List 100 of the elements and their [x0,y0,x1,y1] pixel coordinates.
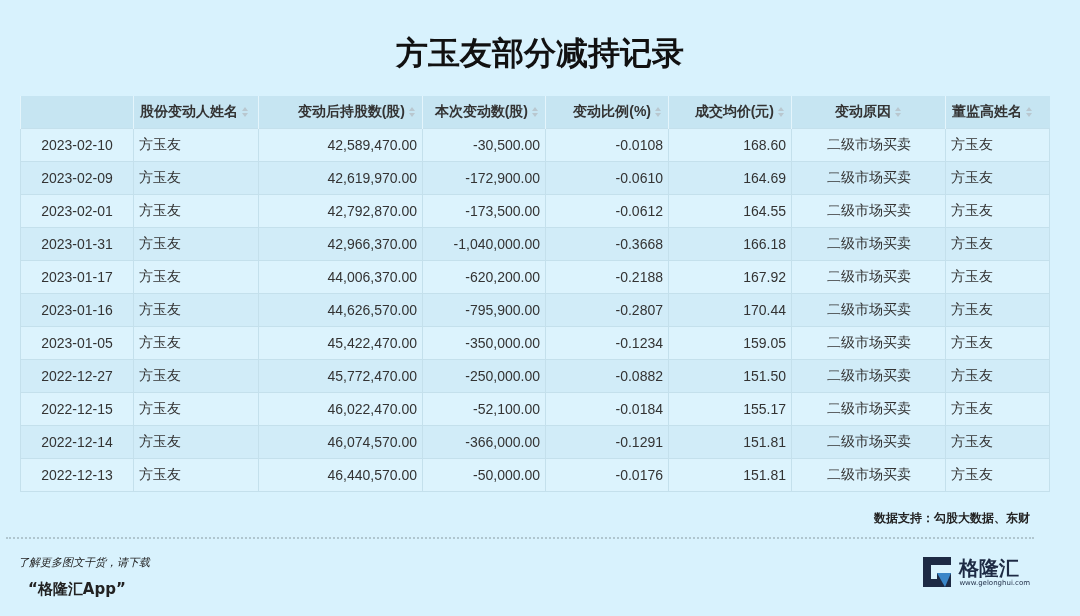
app-name: “格隆汇App” [28,580,127,599]
table-cell: -0.3668 [545,227,669,261]
logo-icon [923,557,954,587]
table-cell: 2022-12-14 [20,425,134,459]
column-header[interactable]: 董监高姓名 [945,96,1050,129]
column-header[interactable]: 成交均价(元) [668,96,792,129]
table-cell: 二级市场买卖 [791,458,946,492]
table-cell: 42,792,870.00 [258,194,423,228]
table-cell: 2023-02-10 [20,128,134,162]
table-cell: -173,500.00 [422,194,546,228]
table-cell: -0.1291 [545,425,669,459]
sort-icon [408,106,416,119]
table-cell: 2022-12-27 [20,359,134,393]
table-cell: 44,006,370.00 [258,260,423,294]
table-cell: 42,589,470.00 [258,128,423,162]
table-cell: 151.81 [668,425,792,459]
table-cell: 2023-01-05 [20,326,134,360]
table-cell: 159.05 [668,326,792,360]
data-source: 数据支持：勾股大数据、东财 [874,510,1030,527]
table-cell: -350,000.00 [422,326,546,360]
table-cell: 方玉友 [945,260,1050,294]
table-cell: -0.0610 [545,161,669,195]
table-cell: 46,022,470.00 [258,392,423,426]
table-cell: 2023-02-09 [20,161,134,195]
table-cell: 2022-12-13 [20,458,134,492]
table-cell: -50,000.00 [422,458,546,492]
table-cell: 方玉友 [945,458,1050,492]
sort-icon [894,106,902,119]
table-cell: 方玉友 [133,260,259,294]
column-header[interactable]: 本次变动数(股) [422,96,546,129]
table-cell: -0.0612 [545,194,669,228]
table-cell: -620,200.00 [422,260,546,294]
table-cell: 二级市场买卖 [791,326,946,360]
table-cell: 方玉友 [945,194,1050,228]
table-cell: 二级市场买卖 [791,425,946,459]
column-header[interactable]: 变动原因 [791,96,946,129]
table-cell: -0.2807 [545,293,669,327]
table-cell: 2022-12-15 [20,392,134,426]
table-cell: -0.0108 [545,128,669,162]
table-cell: -0.1234 [545,326,669,360]
table-cell: 151.81 [668,458,792,492]
table-cell: 方玉友 [945,359,1050,393]
table-cell: 164.55 [668,194,792,228]
table-cell: -172,900.00 [422,161,546,195]
table-cell: 方玉友 [133,359,259,393]
table-cell: -250,000.00 [422,359,546,393]
table-cell: 151.50 [668,359,792,393]
table-cell: -52,100.00 [422,392,546,426]
column-header[interactable]: 变动比例(%) [545,96,669,129]
table-cell: 168.60 [668,128,792,162]
table-cell: 45,772,470.00 [258,359,423,393]
table-cell: 2023-01-16 [20,293,134,327]
column-header[interactable]: 变动后持股数(股) [258,96,423,129]
table-cell: 二级市场买卖 [791,194,946,228]
table-cell: 方玉友 [133,425,259,459]
promo-text: 了解更多图文干货，请下载 [18,555,150,570]
table-cell: 二级市场买卖 [791,359,946,393]
table-cell: 方玉友 [945,128,1050,162]
table-cell: 二级市场买卖 [791,227,946,261]
table-cell: -0.0176 [545,458,669,492]
table-cell: 方玉友 [945,161,1050,195]
table-cell: -0.2188 [545,260,669,294]
table-cell: 方玉友 [133,326,259,360]
table-cell: 2023-01-31 [20,227,134,261]
table-cell: 45,422,470.00 [258,326,423,360]
table-cell: 46,074,570.00 [258,425,423,459]
sort-icon [654,106,662,119]
table-cell: 方玉友 [945,227,1050,261]
table-cell: 方玉友 [133,128,259,162]
table-cell: 155.17 [668,392,792,426]
table-cell: -0.0882 [545,359,669,393]
sort-icon [1025,106,1033,119]
table-cell: 方玉友 [133,161,259,195]
table-cell: 方玉友 [945,293,1050,327]
table-cell: -0.0184 [545,392,669,426]
table-cell: -366,000.00 [422,425,546,459]
column-header[interactable]: 股份变动人姓名 [133,96,259,129]
table-cell: 2023-02-01 [20,194,134,228]
table-cell: -795,900.00 [422,293,546,327]
table-cell: 42,966,370.00 [258,227,423,261]
table-cell: 二级市场买卖 [791,293,946,327]
table-cell: 二级市场买卖 [791,260,946,294]
table-cell: 167.92 [668,260,792,294]
table-cell: 方玉友 [945,392,1050,426]
table-cell: 方玉友 [133,458,259,492]
table-cell: 方玉友 [945,425,1050,459]
sort-icon [531,106,539,119]
table-cell: 46,440,570.00 [258,458,423,492]
table-cell: 170.44 [668,293,792,327]
table-cell: 方玉友 [945,326,1050,360]
table-cell: 方玉友 [133,293,259,327]
table-cell: 方玉友 [133,392,259,426]
table-cell: 166.18 [668,227,792,261]
page-title: 方玉友部分减持记录 [395,33,685,74]
table-cell: 方玉友 [133,227,259,261]
table-cell: 方玉友 [133,194,259,228]
table-cell: 42,619,970.00 [258,161,423,195]
table-cell: -1,040,000.00 [422,227,546,261]
table-cell: -30,500.00 [422,128,546,162]
table-cell: 2023-01-17 [20,260,134,294]
